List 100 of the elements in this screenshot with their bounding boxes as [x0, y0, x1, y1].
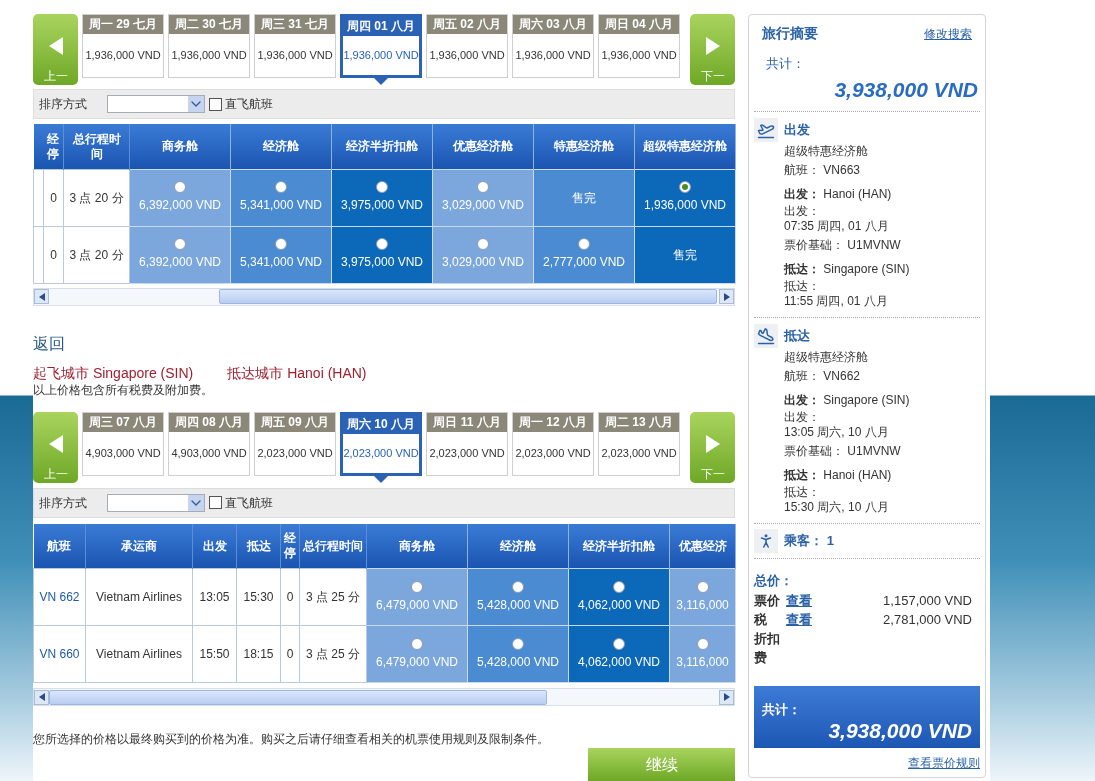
price-label: 折扣费: [754, 629, 781, 667]
view-link[interactable]: 查看: [786, 590, 812, 610]
fare-price: 4,062,000 VND: [577, 653, 661, 671]
fare-price: 3,116,000: [676, 596, 729, 614]
date-tab[interactable]: 周四 01 八月 1,936,000 VND: [340, 14, 422, 78]
fare-price: 5,341,000 VND: [239, 254, 323, 272]
table-cell: 3 点 25 分: [299, 625, 367, 683]
fare-price: 6,479,000 VND: [375, 596, 459, 614]
departure-city: 出发： Singapore (SIN): [784, 392, 911, 409]
column-header: 总行程时间: [299, 523, 367, 569]
radio-button[interactable]: [477, 238, 489, 251]
radio-button[interactable]: [578, 238, 590, 251]
sort-label: 排序方式: [39, 494, 88, 512]
radio-button[interactable]: [696, 580, 709, 593]
flight-link[interactable]: VN 660: [33, 625, 86, 683]
departure-time: 出发： 13:05 周六, 10 八月: [784, 410, 890, 440]
column-header: 商务舱: [366, 523, 468, 569]
price-title: 总价：: [754, 572, 794, 590]
scroll-right-button[interactable]: [719, 689, 734, 705]
date-tab[interactable]: 周一 29 七月 1,936,000 VND: [82, 14, 164, 78]
column-header: 总行程时间: [63, 124, 130, 170]
column-header: 优惠经济舱: [432, 124, 534, 170]
fare-price: 3,975,000 VND: [340, 197, 424, 215]
radio-button[interactable]: [411, 637, 423, 650]
right-triangle-icon: [705, 37, 720, 55]
date-tab[interactable]: 周二 13 八月 2,023,000 VND: [598, 411, 680, 476]
radio-button[interactable]: [696, 637, 709, 650]
scrollbar-thumb[interactable]: [219, 289, 717, 305]
date-tab[interactable]: 周三 07 八月 4,903,000 VND: [82, 411, 164, 476]
date-tab[interactable]: 周日 11 八月 2,023,000 VND: [426, 411, 508, 476]
passenger-count: 乘客： 1: [784, 532, 834, 551]
right-triangle-icon: [705, 434, 720, 453]
departure-time: 出发： 07:35 周四, 01 八月: [784, 204, 890, 234]
plane-landing-icon: [757, 327, 775, 345]
arrival-city: 抵达： Singapore (SIN): [784, 261, 911, 278]
scroll-left-button[interactable]: [34, 289, 49, 305]
tax-note: 以上价格包含所有税费及附加费。: [33, 381, 214, 398]
left-triangle-icon: [38, 693, 45, 702]
fare-price: 1,936,000 VND: [643, 197, 727, 215]
column-header: 特惠经济舱: [533, 124, 635, 170]
view-link[interactable]: 查看: [786, 609, 812, 629]
date-tab[interactable]: 周日 04 八月 1,936,000 VND: [598, 14, 680, 78]
column-header: 经济舱: [230, 124, 332, 170]
radio-button[interactable]: [174, 238, 186, 251]
checkbox[interactable]: [209, 496, 222, 510]
date-tab[interactable]: 周六 10 八月 2,023,000 VND: [340, 411, 422, 476]
checkbox-label: 直飞航班: [225, 96, 273, 114]
footnote: 您所选择的价格以最终购买到的价格为准。购买之后请仔细查看相关的机票使用规则及限制条件。: [33, 731, 550, 748]
column-header: 抵达: [236, 523, 281, 569]
edit-search-link[interactable]: 修改搜索: [924, 24, 972, 43]
fare-price: 6,392,000 VND: [138, 254, 222, 272]
scroll-right-button[interactable]: [719, 289, 734, 305]
table-cell: Vietnam Airlines: [85, 568, 193, 626]
chevron-down-icon: [188, 494, 204, 511]
radio-button[interactable]: [512, 580, 524, 593]
scroll-left-button[interactable]: [34, 689, 49, 705]
date-tab[interactable]: 周五 02 八月 1,936,000 VND: [426, 14, 508, 78]
flight-number: 航班： VN663: [784, 162, 862, 179]
destination-city: 抵达城市 Hanoi (HAN): [227, 363, 367, 382]
pointer-icon: [372, 76, 390, 85]
column-header: 超级特惠经济舱: [634, 124, 736, 170]
origin-city: 起飞城市 Singapore (SIN): [33, 363, 194, 382]
date-tab[interactable]: 周二 30 七月 1,936,000 VND: [168, 14, 250, 78]
radio-button[interactable]: [512, 637, 524, 650]
sold-out-label: 售完: [673, 246, 697, 264]
radio-button[interactable]: [376, 181, 388, 194]
radio-button[interactable]: [376, 238, 388, 251]
fare-rules-link[interactable]: 查看票价规则: [908, 753, 980, 772]
radio-button[interactable]: [613, 580, 625, 593]
checkbox[interactable]: [209, 97, 222, 111]
radio-button[interactable]: [679, 181, 691, 194]
radio-button[interactable]: [477, 181, 489, 194]
radio-button[interactable]: [275, 181, 287, 194]
column-header: 经济舱: [467, 523, 569, 569]
radio-button[interactable]: [411, 580, 423, 593]
flight-number: 航班： VN662: [784, 368, 862, 385]
price-amount: 2,781,000 VND: [883, 610, 973, 629]
radio-button[interactable]: [275, 238, 287, 251]
flight-link[interactable]: VN 662: [33, 568, 86, 626]
table-cell: 3 点 20 分: [63, 169, 130, 227]
radio-button[interactable]: [174, 181, 186, 194]
left-triangle-icon: [48, 37, 63, 55]
segment-heading: 出发: [784, 121, 810, 140]
table-cell: Vietnam Airlines: [85, 625, 193, 683]
radio-button[interactable]: [613, 637, 625, 650]
table-cell: 15:30: [236, 568, 281, 626]
fare-price: 3,029,000 VND: [441, 197, 525, 215]
date-tab[interactable]: 周三 31 七月 1,936,000 VND: [254, 14, 336, 78]
fare-price: 3,975,000 VND: [340, 254, 424, 272]
pointer-icon: [372, 473, 390, 483]
table-cell: 3 点 20 分: [63, 226, 130, 284]
grand-total-label: 共计：: [762, 700, 802, 719]
fare-price: 5,428,000 VND: [476, 653, 560, 671]
scrollbar-thumb[interactable]: [49, 689, 547, 705]
date-tab[interactable]: 周四 08 八月 4,903,000 VND: [168, 411, 250, 476]
date-tab[interactable]: 周一 12 八月 2,023,000 VND: [512, 411, 594, 476]
column-header: 承运商: [85, 523, 193, 569]
table-cell: 0: [43, 169, 64, 227]
date-tab[interactable]: 周五 09 八月 2,023,000 VND: [254, 411, 336, 476]
date-tab[interactable]: 周六 03 八月 1,936,000 VND: [512, 14, 594, 78]
